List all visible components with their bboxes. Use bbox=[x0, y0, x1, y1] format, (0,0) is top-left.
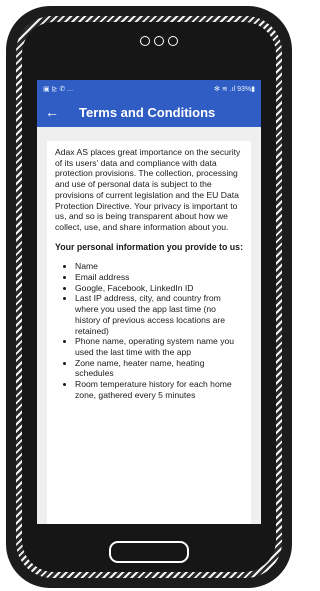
home-button[interactable] bbox=[109, 541, 189, 563]
camera-sensors bbox=[140, 36, 178, 46]
sensor-circle-icon bbox=[154, 36, 164, 46]
list-item: Name bbox=[75, 261, 243, 272]
back-arrow-icon[interactable]: ← bbox=[45, 104, 69, 120]
status-left-icons: ▣ ⊵ ✆ ... bbox=[43, 85, 74, 93]
status-bar: ▣ ⊵ ✆ ... ✻ ≋ .ıl 93%▮ bbox=[37, 80, 261, 97]
app-bar: ← Terms and Conditions bbox=[37, 97, 261, 127]
list-item: Phone name, operating system name you us… bbox=[75, 336, 243, 357]
info-list: Name Email address Google, Facebook, Lin… bbox=[55, 261, 243, 400]
list-item: Email address bbox=[75, 272, 243, 283]
list-item: Last IP address, city, and country from … bbox=[75, 293, 243, 336]
terms-content[interactable]: Adax AS places great importance on the s… bbox=[47, 141, 251, 524]
list-item: Zone name, heater name, heating schedule… bbox=[75, 358, 243, 379]
intro-paragraph: Adax AS places great importance on the s… bbox=[55, 147, 241, 232]
sensor-circle-icon bbox=[140, 36, 150, 46]
status-right-icons: ✻ ≋ .ıl 93%▮ bbox=[214, 85, 255, 93]
phone-screen: ▣ ⊵ ✆ ... ✻ ≋ .ıl 93%▮ ← Terms and Condi… bbox=[37, 80, 261, 524]
sensor-circle-icon bbox=[168, 36, 178, 46]
list-item: Google, Facebook, LinkedIn ID bbox=[75, 283, 243, 294]
section-heading: Your personal information you provide to… bbox=[55, 241, 244, 252]
list-item: Room temperature history for each home z… bbox=[75, 379, 243, 400]
page-title: Terms and Conditions bbox=[79, 104, 216, 120]
